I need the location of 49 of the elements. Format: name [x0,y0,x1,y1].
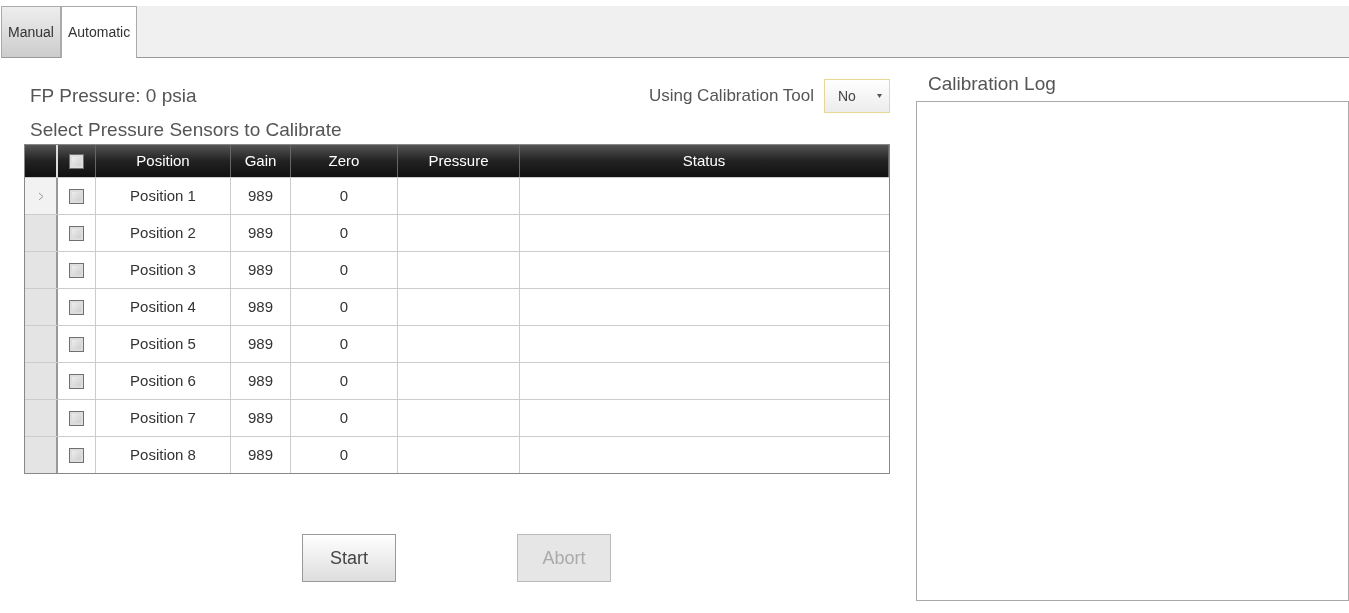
checkbox[interactable] [69,410,84,426]
table-title: Select Pressure Sensors to Calibrate [29,118,343,142]
checkbox[interactable] [69,336,84,352]
tab[interactable]: Automatic [60,6,138,58]
checkbox[interactable] [69,373,84,389]
table-cell-text: 0 [339,370,349,391]
calibration-tool-dropdown[interactable]: No [824,79,890,113]
table-cell-text: Position 8 [130,444,196,465]
table-cell-text: 989 [248,333,273,354]
column-header[interactable]: Gain [231,145,291,177]
table-cell-text: 989 [248,185,273,206]
table-cell-text: 989 [248,444,273,465]
tab[interactable]: Manual [1,6,61,58]
table-cell-text: 0 [339,259,349,280]
table-cell-text: Position 6 [130,370,196,391]
column-header[interactable]: Status [520,145,889,177]
table-cell-text: 989 [248,296,273,317]
checkbox[interactable] [69,299,84,315]
checkbox[interactable] [69,225,84,241]
column-header[interactable]: Pressure [398,145,520,177]
table-cell-text: Position 1 [130,185,196,206]
table-cell-text: 989 [248,222,273,243]
row-header[interactable] [25,178,58,214]
table-cell-text: 0 [339,296,349,317]
table-cell-text: 0 [339,222,349,243]
table-cell-text: Position 7 [130,407,196,428]
table-cell-text: 0 [339,407,349,428]
table-cell-text: Position 4 [130,296,196,317]
table-cell-text: 0 [339,444,349,465]
dropdown-caret-icon [877,94,882,98]
table-cell-text: 989 [248,407,273,428]
current-row-chevron-icon [37,191,44,201]
log-title: Calibration Log [927,72,1057,96]
checkbox[interactable] [69,447,84,463]
checkbox[interactable] [69,262,84,278]
table-cell-text: 989 [248,259,273,280]
table-cell-text: 0 [339,333,349,354]
column-header[interactable]: Zero [291,145,398,177]
fp-pressure-reading: FP Pressure: 0 psia [29,83,197,108]
table-cell-text: 0 [339,185,349,206]
table-cell-text: 989 [248,370,273,391]
table-cell-text: Position 3 [130,259,196,280]
calibration-tool-label: Using Calibration Tool [648,85,814,108]
checkbox[interactable] [69,188,84,204]
table-cell-text: Position 5 [130,333,196,354]
checkbox[interactable] [69,153,84,169]
column-header[interactable]: Position [96,145,231,177]
table-cell-text: Position 2 [130,222,196,243]
action-button[interactable]: Start [302,534,396,582]
